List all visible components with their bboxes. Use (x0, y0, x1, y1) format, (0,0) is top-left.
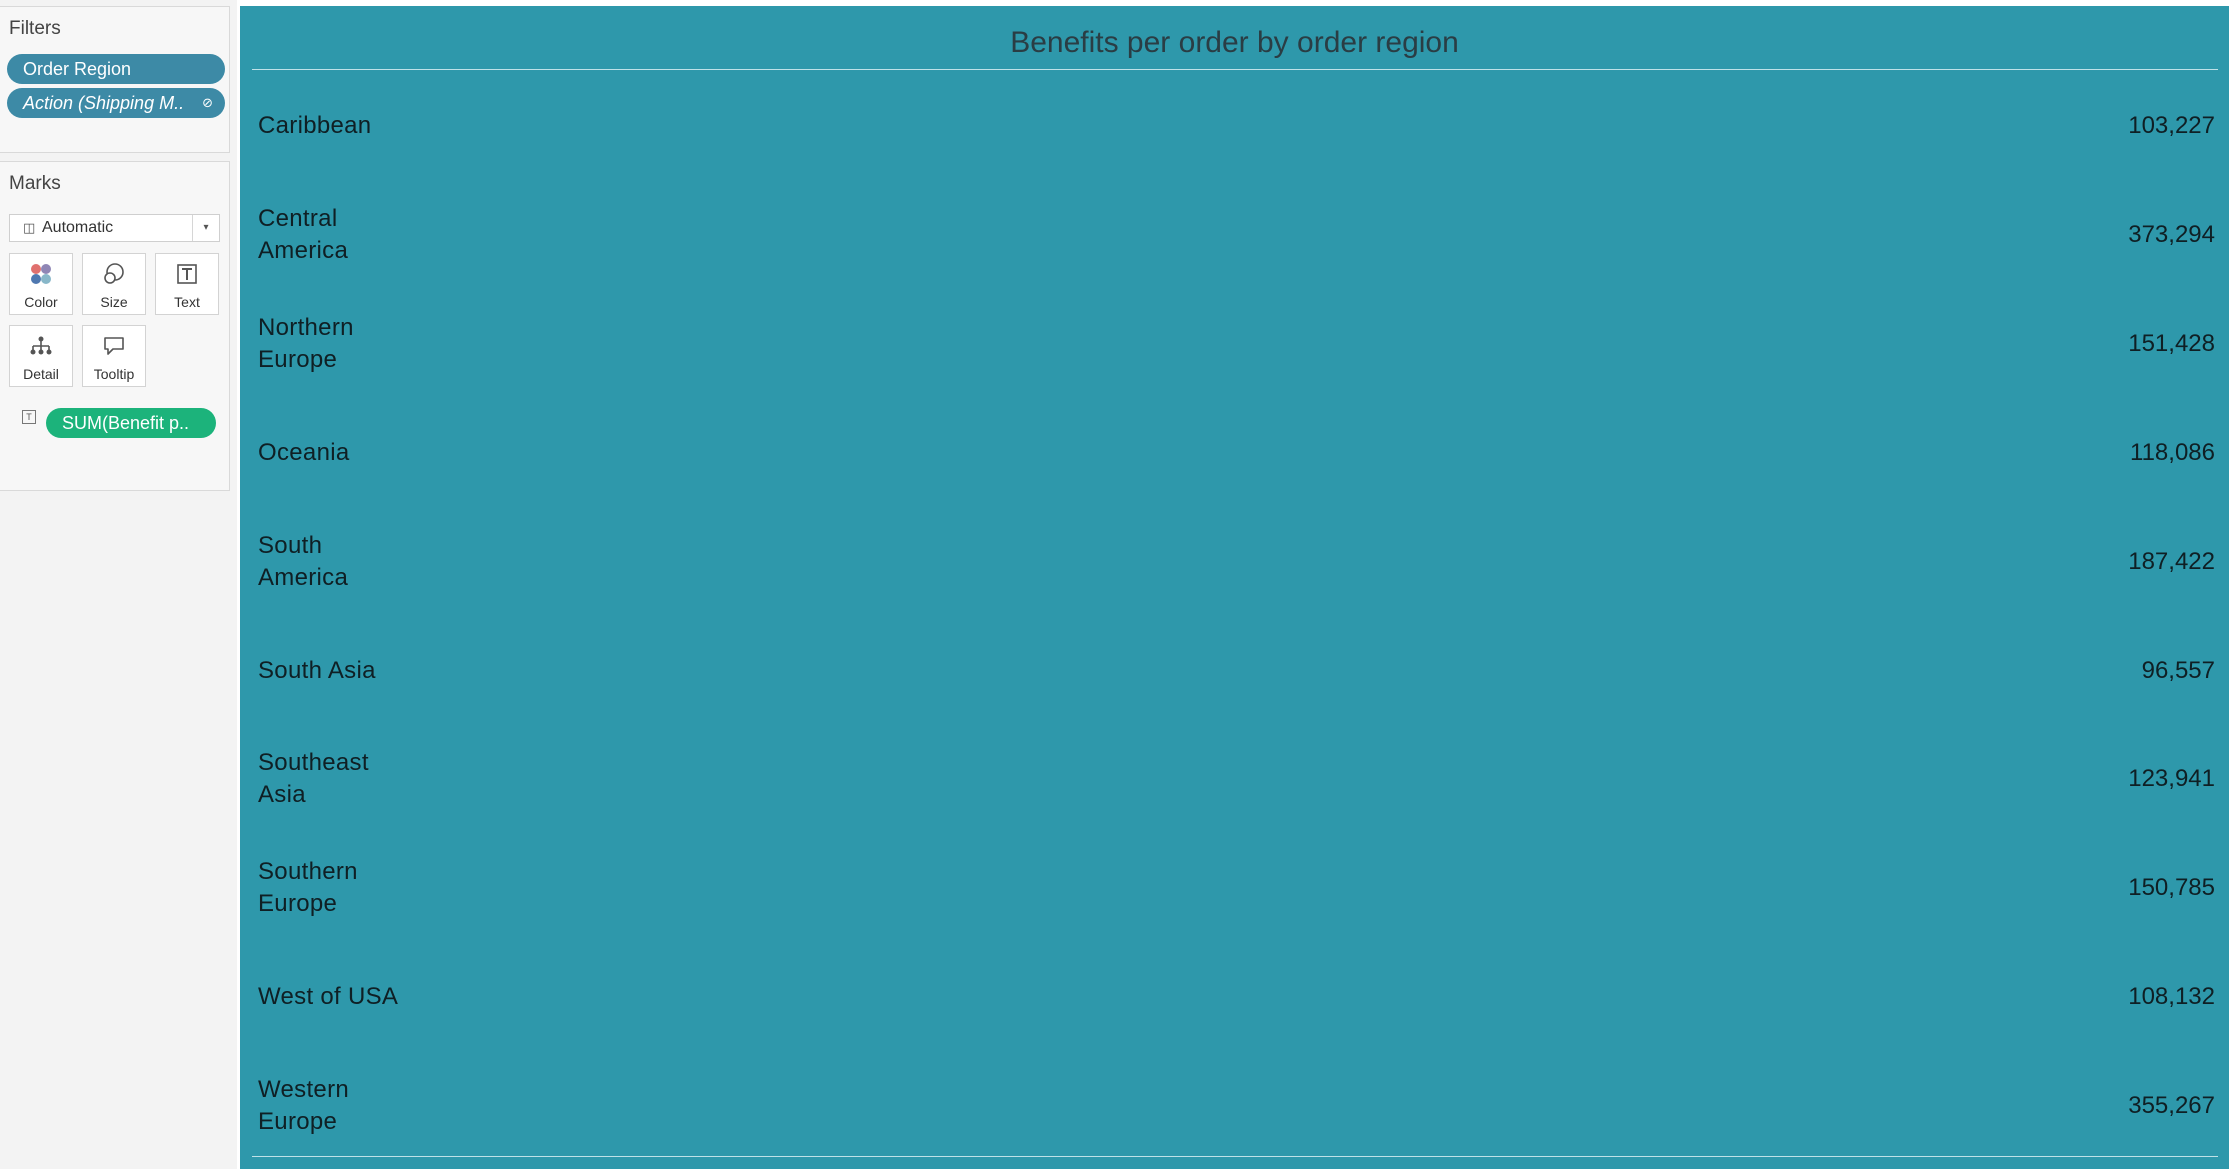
link-icon: ⊘ (202, 95, 213, 110)
color-button[interactable]: Color (9, 253, 73, 315)
tableau-worksheet: Filters Order Region Action (Shipping M.… (0, 0, 2235, 1169)
filters-card: Filters Order Region Action (Shipping M.… (0, 6, 230, 153)
tooltip-label: Tooltip (93, 366, 135, 382)
region-label: Northern Europe (258, 313, 354, 373)
benefit-value: 118,086 (2130, 438, 2215, 466)
benefit-value: 108,132 (2128, 983, 2215, 1011)
measure-pill-sum-benefit[interactable]: SUM(Benefit p.. (46, 408, 216, 438)
tooltip-icon (83, 334, 145, 358)
filter-pill-action[interactable]: Action (Shipping M.. ⊘ (7, 88, 225, 118)
chevron-down-icon[interactable]: ▾ (192, 215, 219, 241)
region-label: Oceania (258, 438, 350, 466)
detail-icon (10, 334, 72, 358)
footer-divider (252, 1156, 2218, 1157)
chart-title: Benefits per order by order region (1010, 26, 1459, 59)
benefit-value: 187,422 (2128, 547, 2215, 575)
benefit-value: 151,428 (2128, 329, 2215, 357)
measure-pill-label: SUM(Benefit p.. (62, 413, 190, 433)
filters-title: Filters (9, 18, 61, 39)
header-divider (252, 69, 2218, 70)
text-mark-type-icon: T (22, 410, 36, 424)
color-icon (10, 262, 72, 286)
size-label: Size (100, 294, 128, 310)
region-label: South America (258, 531, 349, 591)
tooltip-button[interactable]: Tooltip (82, 325, 146, 387)
marks-title: Marks (9, 173, 61, 194)
region-label: Caribbean (258, 112, 372, 139)
region-label: Central America (258, 204, 349, 264)
text-label: Text (174, 294, 200, 310)
region-label: Southeast Asia (258, 749, 369, 809)
filter-pill-order-region[interactable]: Order Region (7, 54, 225, 84)
text-icon (156, 262, 218, 286)
benefit-value: 103,227 (2128, 112, 2215, 139)
filter-pill-label: Order Region (23, 59, 132, 79)
benefit-value: 96,557 (2141, 656, 2215, 684)
benefit-value: 373,294 (2128, 220, 2215, 248)
region-label: South Asia (258, 656, 376, 684)
mark-type-icon: ◫ (23, 220, 36, 235)
viz-canvas[interactable]: Benefits per order by order region Carib… (240, 6, 2229, 1169)
benefit-value: 150,785 (2128, 874, 2215, 902)
marks-card: Marks ◫ Automatic ▾ Color Size Text Deta… (0, 161, 230, 491)
region-label: Southern Europe (258, 858, 358, 918)
mark-type-label: Automatic (42, 219, 114, 236)
benefit-value: 355,267 (2128, 1092, 2215, 1120)
filter-pill-label: Action (Shipping M.. (23, 93, 185, 113)
left-pane: Filters Order Region Action (Shipping M.… (0, 0, 237, 1169)
text-button[interactable]: Text (155, 253, 219, 315)
mark-type-dropdown[interactable]: ◫ Automatic ▾ (9, 214, 220, 242)
color-label: Color (24, 294, 58, 310)
region-label: West of USA (258, 983, 399, 1011)
benefit-value: 123,941 (2128, 765, 2215, 793)
detail-button[interactable]: Detail (9, 325, 73, 387)
size-button[interactable]: Size (82, 253, 146, 315)
size-icon (83, 262, 145, 286)
region-label: Western Europe (258, 1076, 350, 1136)
detail-label: Detail (23, 366, 59, 382)
